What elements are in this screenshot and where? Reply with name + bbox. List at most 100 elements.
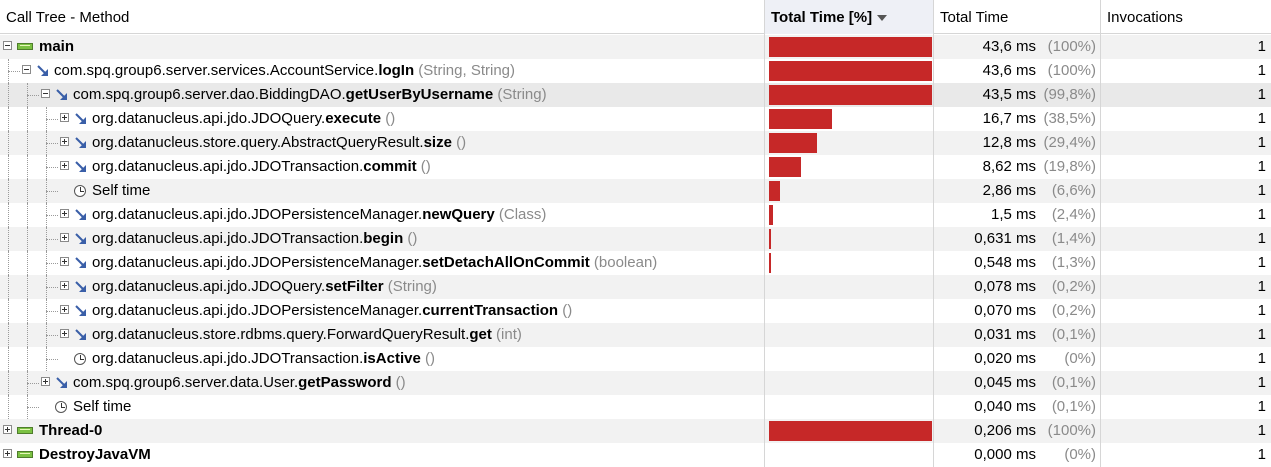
total-time-percent: (100%) xyxy=(1047,62,1096,79)
column-header-invocations[interactable]: Invocations xyxy=(1101,0,1271,34)
total-time-percent: (6,6%) xyxy=(1051,182,1096,199)
column-header-call-tree[interactable]: Call Tree - Method xyxy=(0,0,764,34)
invocations-value: 1 xyxy=(1257,446,1266,463)
total-time-bar xyxy=(769,157,801,177)
method-name: org.datanucleus.store.rdbms.query.Forwar… xyxy=(92,323,522,347)
table-row[interactable]: Self time 0,040 ms (0,1%) 1 xyxy=(0,395,1271,419)
tree-guide-line xyxy=(27,299,28,323)
method-class: org.datanucleus.api.jdo.JDOQuery. xyxy=(92,110,326,127)
tree-guide-line xyxy=(27,407,39,408)
total-time-cell: 12,8 ms (29,4%) xyxy=(934,131,1096,155)
thread-name-label: Thread-0 xyxy=(39,422,103,439)
method-class: org.datanucleus.api.jdo.JDOTransaction. xyxy=(92,350,364,367)
expand-icon[interactable] xyxy=(3,449,12,458)
tree-cell: org.datanucleus.api.jdo.JDOPersistenceMa… xyxy=(0,203,764,227)
tree-cell: DestroyJavaVM xyxy=(0,443,764,467)
method-signature: (int) xyxy=(491,326,522,343)
total-time-value: 12,8 ms xyxy=(982,134,1036,151)
column-header-total-time-pct[interactable]: Total Time [%] xyxy=(765,0,933,34)
expand-icon[interactable] xyxy=(60,113,69,122)
table-row[interactable]: org.datanucleus.api.jdo.JDOPersistenceMa… xyxy=(0,299,1271,323)
invocations-cell: 1 xyxy=(1101,371,1266,395)
total-time-cell: 0,206 ms (100%) xyxy=(934,419,1096,443)
expand-icon[interactable] xyxy=(3,425,12,434)
table-row[interactable]: org.datanucleus.api.jdo.JDOTransaction.i… xyxy=(0,347,1271,371)
table-row[interactable]: org.datanucleus.store.rdbms.query.Forwar… xyxy=(0,323,1271,347)
method-class: com.spq.group6.server.data.User. xyxy=(73,374,299,391)
column-header-total-time[interactable]: Total Time xyxy=(934,0,1100,34)
expand-icon[interactable] xyxy=(60,137,69,146)
tree-guide-line xyxy=(27,347,28,371)
total-time-bar xyxy=(769,205,773,225)
invocations-cell: 1 xyxy=(1101,131,1266,155)
invocations-value: 1 xyxy=(1257,302,1266,319)
tree-cell: org.datanucleus.api.jdo.JDOQuery.execute… xyxy=(0,107,764,131)
total-time-bar xyxy=(769,421,932,441)
tree-guide-line xyxy=(46,191,58,192)
invocations-value: 1 xyxy=(1257,38,1266,55)
clock-icon xyxy=(74,185,86,197)
tree-guide-line xyxy=(8,83,9,107)
expand-icon[interactable] xyxy=(41,377,50,386)
table-row[interactable]: DestroyJavaVM 0,000 ms (0%) 1 xyxy=(0,443,1271,467)
expand-icon[interactable] xyxy=(60,281,69,290)
collapse-icon[interactable] xyxy=(3,41,12,50)
method-signature: () xyxy=(391,374,406,391)
table-row[interactable]: com.spq.group6.server.dao.BiddingDAO.get… xyxy=(0,83,1271,107)
tree-guide-line xyxy=(8,251,9,275)
tree-guide-line xyxy=(8,107,9,131)
invocations-cell: 1 xyxy=(1101,323,1266,347)
method-signature: (String) xyxy=(383,278,437,295)
expand-icon[interactable] xyxy=(60,161,69,170)
method-signature: () xyxy=(381,110,396,127)
expand-icon[interactable] xyxy=(60,329,69,338)
total-time-bar xyxy=(769,253,771,273)
method-class: com.spq.group6.server.dao.BiddingDAO. xyxy=(73,86,346,103)
total-time-percent: (0%) xyxy=(1064,446,1096,463)
table-row[interactable]: org.datanucleus.api.jdo.JDOQuery.execute… xyxy=(0,107,1271,131)
method-call-icon xyxy=(74,232,88,246)
tree-cell: com.spq.group6.server.services.AccountSe… xyxy=(0,59,764,83)
tree-guide-line xyxy=(46,359,58,360)
total-time-cell: 43,5 ms (99,8%) xyxy=(934,83,1096,107)
total-time-percent: (2,4%) xyxy=(1051,206,1096,223)
table-row[interactable]: org.datanucleus.api.jdo.JDOPersistenceMa… xyxy=(0,251,1271,275)
tree-cell: org.datanucleus.api.jdo.JDOPersistenceMa… xyxy=(0,251,764,275)
method-label: setDetachAllOnCommit xyxy=(422,254,590,271)
tree-cell: com.spq.group6.server.data.User.getPassw… xyxy=(0,371,764,395)
expand-icon[interactable] xyxy=(60,305,69,314)
table-row[interactable]: Self time 2,86 ms (6,6%) 1 xyxy=(0,179,1271,203)
expand-icon[interactable] xyxy=(60,209,69,218)
table-row[interactable]: Thread-0 0,206 ms (100%) 1 xyxy=(0,419,1271,443)
table-row[interactable]: com.spq.group6.server.services.AccountSe… xyxy=(0,59,1271,83)
total-time-cell: 0,078 ms (0,2%) xyxy=(934,275,1096,299)
invocations-cell: 1 xyxy=(1101,59,1266,83)
total-time-cell: 43,6 ms (100%) xyxy=(934,59,1096,83)
invocations-value: 1 xyxy=(1257,62,1266,79)
method-name: org.datanucleus.api.jdo.JDOTransaction.c… xyxy=(92,155,431,179)
method-label: commit xyxy=(363,158,417,175)
method-label: execute xyxy=(325,110,382,127)
collapse-icon[interactable] xyxy=(41,89,50,98)
tree-guide-line xyxy=(46,287,58,288)
total-time-value: 0,206 ms xyxy=(974,422,1036,439)
table-row[interactable]: main 43,6 ms (100%) 1 xyxy=(0,35,1271,59)
total-time-percent: (1,3%) xyxy=(1051,254,1096,271)
table-row[interactable]: org.datanucleus.api.jdo.JDOPersistenceMa… xyxy=(0,203,1271,227)
table-row[interactable]: org.datanucleus.api.jdo.JDOTransaction.c… xyxy=(0,155,1271,179)
expand-icon[interactable] xyxy=(60,257,69,266)
tree-cell: main xyxy=(0,35,764,59)
table-row[interactable]: com.spq.group6.server.data.User.getPassw… xyxy=(0,371,1271,395)
table-row[interactable]: org.datanucleus.api.jdo.JDOTransaction.b… xyxy=(0,227,1271,251)
method-call-icon xyxy=(55,88,69,102)
method-class: org.datanucleus.api.jdo.JDOTransaction. xyxy=(92,158,364,175)
table-row[interactable]: org.datanucleus.api.jdo.JDOQuery.setFilt… xyxy=(0,275,1271,299)
table-row[interactable]: org.datanucleus.store.query.AbstractQuer… xyxy=(0,131,1271,155)
method-class: org.datanucleus.store.query.AbstractQuer… xyxy=(92,134,424,151)
collapse-icon[interactable] xyxy=(22,65,31,74)
total-time-percent: (38,5%) xyxy=(1043,110,1096,127)
total-time-cell: 16,7 ms (38,5%) xyxy=(934,107,1096,131)
tree-guide-line xyxy=(46,215,58,216)
expand-icon[interactable] xyxy=(60,233,69,242)
method-signature: () xyxy=(416,158,431,175)
